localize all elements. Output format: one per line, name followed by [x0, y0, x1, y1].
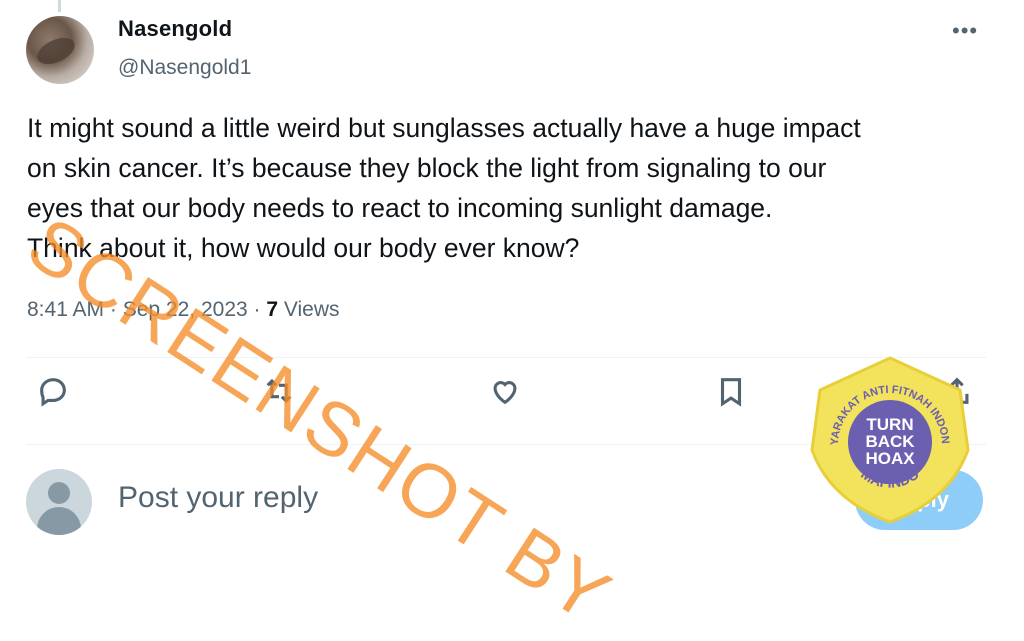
more-horizontal-icon[interactable]: ••• [952, 18, 978, 44]
retweet-icon[interactable] [262, 374, 306, 418]
like-icon[interactable] [488, 374, 532, 418]
views-label: Views [283, 298, 340, 321]
views-count: 7 [266, 298, 279, 321]
bookmark-icon[interactable] [714, 374, 758, 418]
tweet-text-line: It might sound a little weird but sungla… [27, 113, 861, 143]
tweet-text: It might sound a little weird but sungla… [27, 108, 987, 268]
author-handle[interactable]: @Nasengold1 [118, 56, 251, 80]
tweet-date[interactable]: Sep 22, 2023 [123, 298, 248, 321]
meta-separator: · [247, 298, 267, 321]
badge-center-line: HOAX [865, 449, 915, 468]
reply-icon[interactable] [36, 374, 80, 418]
tweet-meta: 8:41 AM · Sep 22, 2023 · 7 Views [27, 298, 340, 322]
tweet-text-line: eyes that our body needs to react to inc… [27, 193, 773, 223]
tweet-text-line: Think about it, how would our body ever … [27, 233, 580, 263]
avatar-body [37, 507, 81, 535]
mafindo-badge-logo: MASYARAKAT ANTI FITNAH INDONESIA MAFINDO… [800, 350, 970, 524]
reply-input[interactable] [116, 480, 720, 516]
meta-separator: · [104, 298, 123, 321]
author-avatar[interactable] [26, 16, 94, 84]
avatar-head [48, 482, 70, 504]
tweet-time[interactable]: 8:41 AM [27, 298, 104, 321]
tweet-text-line: on skin cancer. It’s because they block … [27, 153, 827, 183]
current-user-avatar [26, 469, 92, 535]
thread-connector-line [58, 0, 61, 12]
author-display-name[interactable]: Nasengold [118, 16, 232, 42]
